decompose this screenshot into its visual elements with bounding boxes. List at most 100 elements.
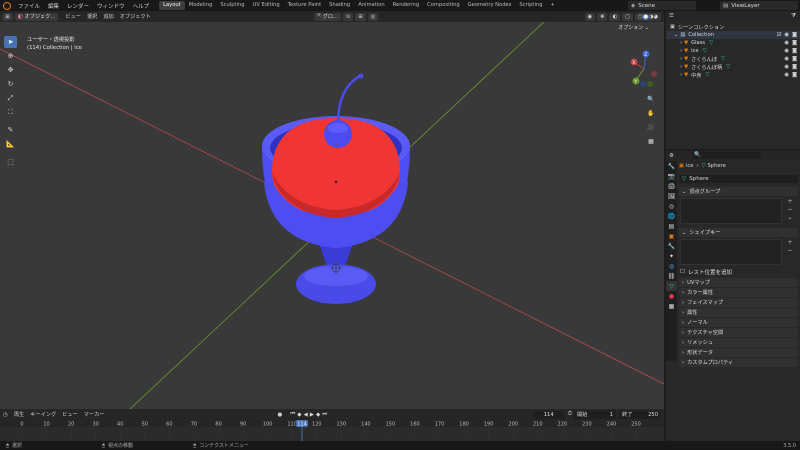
scene-tab-icon[interactable]: ◎ [666,201,677,211]
scale-tool[interactable]: ⤢ [4,92,17,104]
properties-editor[interactable]: ⚙ 🔍 🔧 📷 🖨 🖼 ◎ 🌐 ▤ ▣ 🔧 ✦ ◍ ⛓ ▽ ● ▦ ▣ ice … [666,151,800,441]
collection-tab-icon[interactable]: ▤ [666,221,677,231]
property-section[interactable]: › フェイスマップ [679,298,798,307]
outliner-item[interactable]: › ▼ さくらんぼ柄 ▽ ◉ ◙ [666,63,800,71]
checkbox-icon[interactable]: ☑ [777,32,782,38]
physics-tab-icon[interactable]: ◍ [666,261,677,271]
menu-3[interactable]: ウィンドウ [93,2,129,10]
camera-render-icon[interactable]: ◙ [792,64,797,70]
mesh-name-field[interactable]: ▽ Sphere [679,175,798,183]
modifier-tab-icon[interactable]: 🔧 [666,241,677,251]
menu-4[interactable]: ヘルプ [129,2,154,10]
outliner-item[interactable]: › ▼ 中身 ▽ ◉ ◙ [666,71,800,79]
tab-compositing[interactable]: Compositing [423,1,464,10]
tab-sculpting[interactable]: Sculpting [216,1,248,10]
texture-tab-icon[interactable]: ▦ [666,301,677,311]
property-section[interactable]: › カラー属性 [679,288,798,297]
proportional-button[interactable]: ◎ [367,12,379,21]
outliner[interactable]: ☰ ⧩ ▣ シーンコレクション ⌄ ▤ Collection ☑ ◉ ◙ › ▼ G… [666,11,800,149]
particles-tab-icon[interactable]: ✦ [666,251,677,261]
property-section[interactable]: › リメッシュ [679,338,798,347]
tab-scripting[interactable]: Scripting [515,1,546,10]
gizmo-toggle-button[interactable]: ✥ [597,12,608,21]
view-layer-tab-icon[interactable]: 🖼 [666,191,677,201]
tab-uv-editing[interactable]: UV Editing [249,1,284,10]
property-section[interactable]: › UVマップ [679,278,798,287]
add-cube-tool[interactable]: ⬚ [4,156,17,168]
shape-keys-panel[interactable]: ⌄ シェイプキー [679,228,798,237]
hand-pan-icon[interactable]: ✋ [646,108,656,118]
rotate-tool[interactable]: ↻ [4,78,17,90]
options-button[interactable]: オプション ⌄ [615,24,652,32]
properties-search[interactable]: 🔍 [691,152,762,159]
scene-collection-row[interactable]: ▣ シーンコレクション [666,23,800,31]
view-layer-selector[interactable]: ▤ ViewLayer [720,1,798,10]
outliner-item[interactable]: › ▼ さくらんぼ ▽ ◉ ◙ [666,55,800,63]
mode-selector[interactable]: ◧ オブジェク... [14,12,59,21]
end-frame-field[interactable]: 終了 250 [619,410,661,419]
visibility-eye-icon[interactable]: ◉ [784,64,789,70]
tool-tab-icon[interactable]: 🔧 [666,161,677,171]
3d-viewport[interactable]: オプション ⌄ ➤ ⊕ ✥ ↻ ⤢ ⛶ ✎ 📐 ⬚ ユーザー・透視投影 (114… [0,22,664,409]
camera-render-icon[interactable]: ◙ [792,72,797,78]
outliner-item[interactable]: › ▼ ice ▽ ◉ ◙ [666,47,800,55]
timeline-menu-2[interactable]: ビュー [59,411,81,418]
shape-keys-list[interactable] [680,239,782,265]
overlay-button[interactable]: ◐ [609,12,620,21]
remove-shape-key-button[interactable]: − [787,248,793,254]
zoom-icon[interactable]: 🔍 [646,94,656,104]
output-tab-icon[interactable]: 🖨 [666,181,677,191]
timeline-menu-1[interactable]: キーイング [27,411,59,418]
timeline[interactable]: 0 10 20 30 40 50 60 70 80 90 100 110 120 130 140 150 160… [0,420,664,441]
tab-animation[interactable]: Animation [354,1,388,10]
timeline-menu-0[interactable]: 再生 [11,411,27,418]
tab-shading[interactable]: Shading [325,1,354,10]
world-tab-icon[interactable]: 🌐 [666,211,677,221]
record-icon[interactable]: ● [278,412,283,418]
property-section[interactable]: › 属性 [679,308,798,317]
timeline-menu-3[interactable]: マーカー [81,411,108,418]
outliner-item[interactable]: › ▼ Glass ▽ ◉ ◙ [666,39,800,47]
viewport-menu-0[interactable]: ビュー [62,13,84,20]
visibility-eye-icon[interactable]: ◉ [784,40,789,46]
navigation-gizmo[interactable]: X Z Y 🔍 ✋ 🎥 ▦ [624,44,664,154]
tab-modeling[interactable]: Modeling [185,1,217,10]
tab-rendering[interactable]: Rendering [389,1,424,10]
constraints-tab-icon[interactable]: ⛓ [666,271,677,281]
snap-button[interactable]: ⊞ [355,12,366,21]
property-section[interactable]: › 形状データ [679,348,798,357]
grid-perspective-icon[interactable]: ▦ [646,136,656,146]
tab-geometry-nodes[interactable]: Geometry Nodes [464,1,516,10]
filter-icon[interactable]: ⧩ [791,13,796,20]
shading-modes[interactable]: ○ ● ◑ ◕ [634,12,661,21]
viewport-menu-2[interactable]: 追加 [100,13,116,20]
visibility-button[interactable]: ◉ [584,12,596,21]
render-tab-icon[interactable]: 📷 [666,171,677,181]
pivot-button[interactable]: ⊙ [343,12,354,21]
clock-icon[interactable]: ◷ [3,412,8,418]
camera-render-icon[interactable]: ◙ [792,48,797,54]
camera-render-icon[interactable]: ◙ [792,56,797,62]
current-frame-field[interactable]: 114 [533,410,564,419]
measure-tool[interactable]: 📐 [4,138,17,150]
vertex-group-menu-button[interactable]: ⌄ [787,215,793,221]
prev-key-icon[interactable]: ◆ [297,412,301,418]
outliner-editor-icon[interactable]: ☰ [669,13,674,19]
next-key-icon[interactable]: ◆ [316,412,320,418]
vertex-groups-list[interactable] [680,198,782,224]
menu-2[interactable]: レンダー [63,2,93,10]
xray-button[interactable]: ▢ [621,12,633,21]
annotate-tool[interactable]: ✎ [4,124,17,136]
cursor-tool[interactable]: ⊕ [4,50,17,62]
jump-start-icon[interactable]: ⏮ [290,411,295,418]
tab-texture-paint[interactable]: Texture Paint [284,1,325,10]
add-shape-key-button[interactable]: + [787,240,793,246]
transform-tool[interactable]: ⛶ [4,106,17,118]
property-section[interactable]: › テクスチャ空間 [679,328,798,337]
play-icon[interactable]: ▶ [310,412,314,418]
property-section[interactable]: › ノーマル [679,318,798,327]
visibility-eye-icon[interactable]: ◉ [784,72,789,78]
transform-orientation-selector[interactable]: ⤧ グロ... [313,12,341,21]
add-vertex-group-button[interactable]: + [787,199,793,205]
play-reverse-icon[interactable]: ◀ [304,412,308,418]
